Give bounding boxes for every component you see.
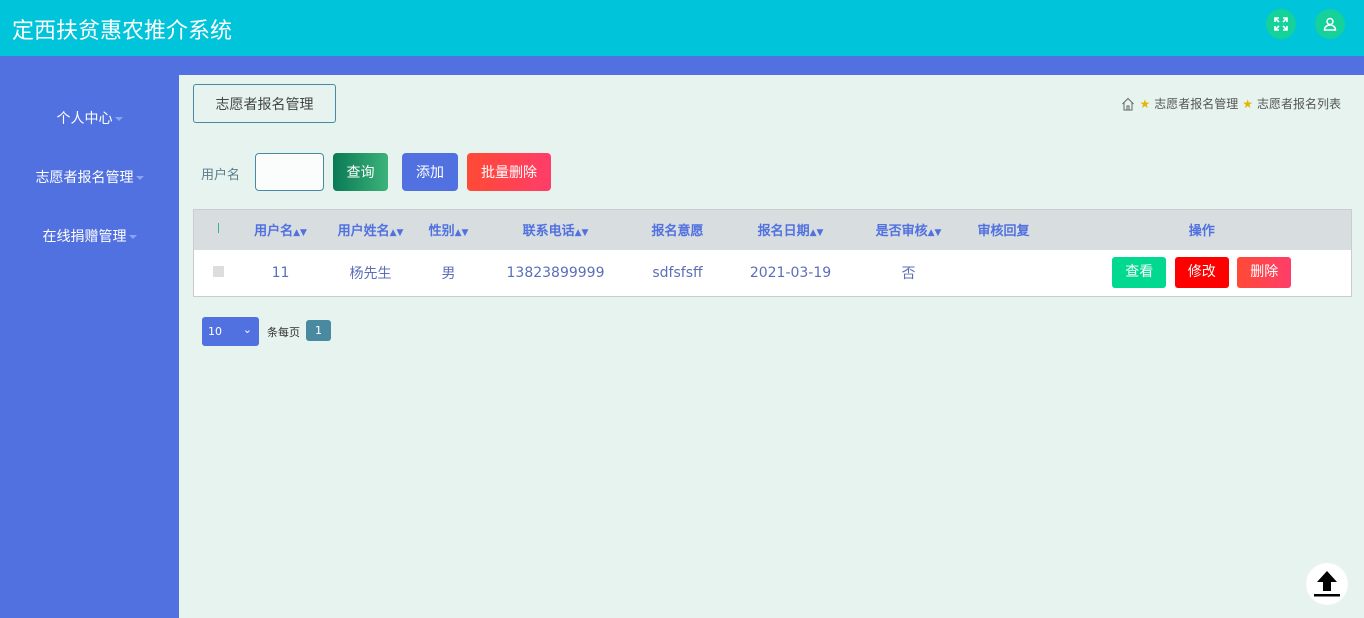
cell-actions: 查看 修改 删除: [1052, 249, 1352, 297]
sort-icon: ▲▼: [927, 228, 942, 239]
caret-down-icon: [128, 235, 137, 239]
fullscreen-button[interactable]: [1266, 9, 1296, 39]
batch-delete-button[interactable]: 批量删除: [467, 153, 551, 191]
add-button[interactable]: 添加: [402, 153, 458, 191]
sidebar-item-volunteer-management[interactable]: 志愿者报名管理: [0, 167, 179, 187]
arrow-up-icon: [1314, 571, 1340, 597]
breadcrumb: ★ 志愿者报名管理 ★ 志愿者报名列表: [1121, 95, 1341, 112]
chevron-down-icon: ⌄: [242, 323, 252, 336]
table-header-row: 用户名▲▼ 用户姓名▲▼ 性别▲▼ 联系电话▲▼ 报名意愿 报名日期▲▼ 是否审…: [193, 209, 1352, 250]
back-to-top-button[interactable]: [1306, 563, 1348, 605]
cell-date: 2021-03-19: [718, 249, 863, 297]
cell-username: 11: [242, 249, 319, 297]
row-checkbox[interactable]: [212, 265, 224, 277]
star-icon: ★: [1242, 96, 1253, 111]
sidebar-item-label: 个人中心: [56, 111, 113, 127]
breadcrumb-item[interactable]: 志愿者报名管理: [1154, 95, 1238, 112]
sort-icon: ▲▼: [454, 228, 469, 239]
column-date[interactable]: 报名日期▲▼: [718, 209, 863, 250]
column-name[interactable]: 用户姓名▲▼: [318, 209, 423, 250]
cell-intent: sdfsfsff: [636, 249, 719, 297]
column-reviewed[interactable]: 是否审核▲▼: [862, 209, 955, 250]
sort-icon: ▲▼: [809, 228, 824, 239]
select-all-checkbox[interactable]: [193, 209, 243, 250]
page-size-select[interactable]: 10 ⌄: [202, 317, 259, 346]
sort-icon: ▲▼: [389, 228, 404, 239]
breadcrumb-item: 志愿者报名列表: [1256, 97, 1341, 111]
column-actions: 操作: [1052, 209, 1352, 250]
view-button[interactable]: 查看: [1112, 257, 1167, 289]
query-button[interactable]: 查询: [333, 153, 388, 191]
table-row: 11 杨先生 男 13823899999 sdfsfsff 2021-03-19…: [193, 249, 1352, 297]
page-button-1[interactable]: 1: [306, 320, 331, 341]
volunteer-table: 用户名▲▼ 用户姓名▲▼ 性别▲▼ 联系电话▲▼ 报名意愿 报名日期▲▼ 是否审…: [193, 209, 1352, 297]
top-band: [0, 56, 1364, 75]
sidebar: 个人中心 志愿者报名管理 在线捐赠管理: [0, 56, 179, 618]
column-reply: 审核回复: [954, 209, 1053, 250]
user-button[interactable]: [1315, 9, 1345, 39]
app-title: 定西扶贫惠农推介系统: [12, 19, 233, 44]
sidebar-item-label: 志愿者报名管理: [35, 170, 134, 186]
cell-reviewed: 否: [862, 249, 955, 297]
home-icon[interactable]: [1121, 97, 1135, 111]
caret-down-icon: [114, 117, 123, 121]
username-input[interactable]: [255, 153, 324, 191]
edit-button[interactable]: 修改: [1174, 257, 1229, 289]
caret-down-icon: [135, 176, 144, 180]
sort-icon: ▲▼: [293, 228, 307, 239]
cell-reply: [954, 249, 1053, 297]
cell-name: 杨先生: [318, 249, 423, 297]
cell-gender: 男: [422, 249, 475, 297]
sidebar-item-donation-management[interactable]: 在线捐赠管理: [0, 226, 179, 246]
sidebar-item-personal-center[interactable]: 个人中心: [0, 108, 179, 128]
star-icon: ★: [1139, 96, 1151, 111]
user-icon: [1323, 17, 1337, 31]
column-intent: 报名意愿: [636, 209, 719, 250]
top-header: 定西扶贫惠农推介系统: [0, 0, 1364, 56]
cell-phone: 13823899999: [474, 249, 637, 297]
per-page-label: 条每页: [267, 326, 300, 339]
delete-button[interactable]: 删除: [1237, 257, 1292, 289]
column-phone[interactable]: 联系电话▲▼: [474, 209, 637, 250]
page-title: 志愿者报名管理: [193, 84, 336, 123]
column-gender[interactable]: 性别▲▼: [422, 209, 475, 250]
sort-icon: ▲▼: [574, 228, 589, 239]
sidebar-item-label: 在线捐赠管理: [42, 229, 127, 245]
column-username[interactable]: 用户名▲▼: [242, 209, 319, 250]
username-label: 用户名: [201, 168, 241, 183]
fullscreen-icon: [1274, 17, 1288, 31]
